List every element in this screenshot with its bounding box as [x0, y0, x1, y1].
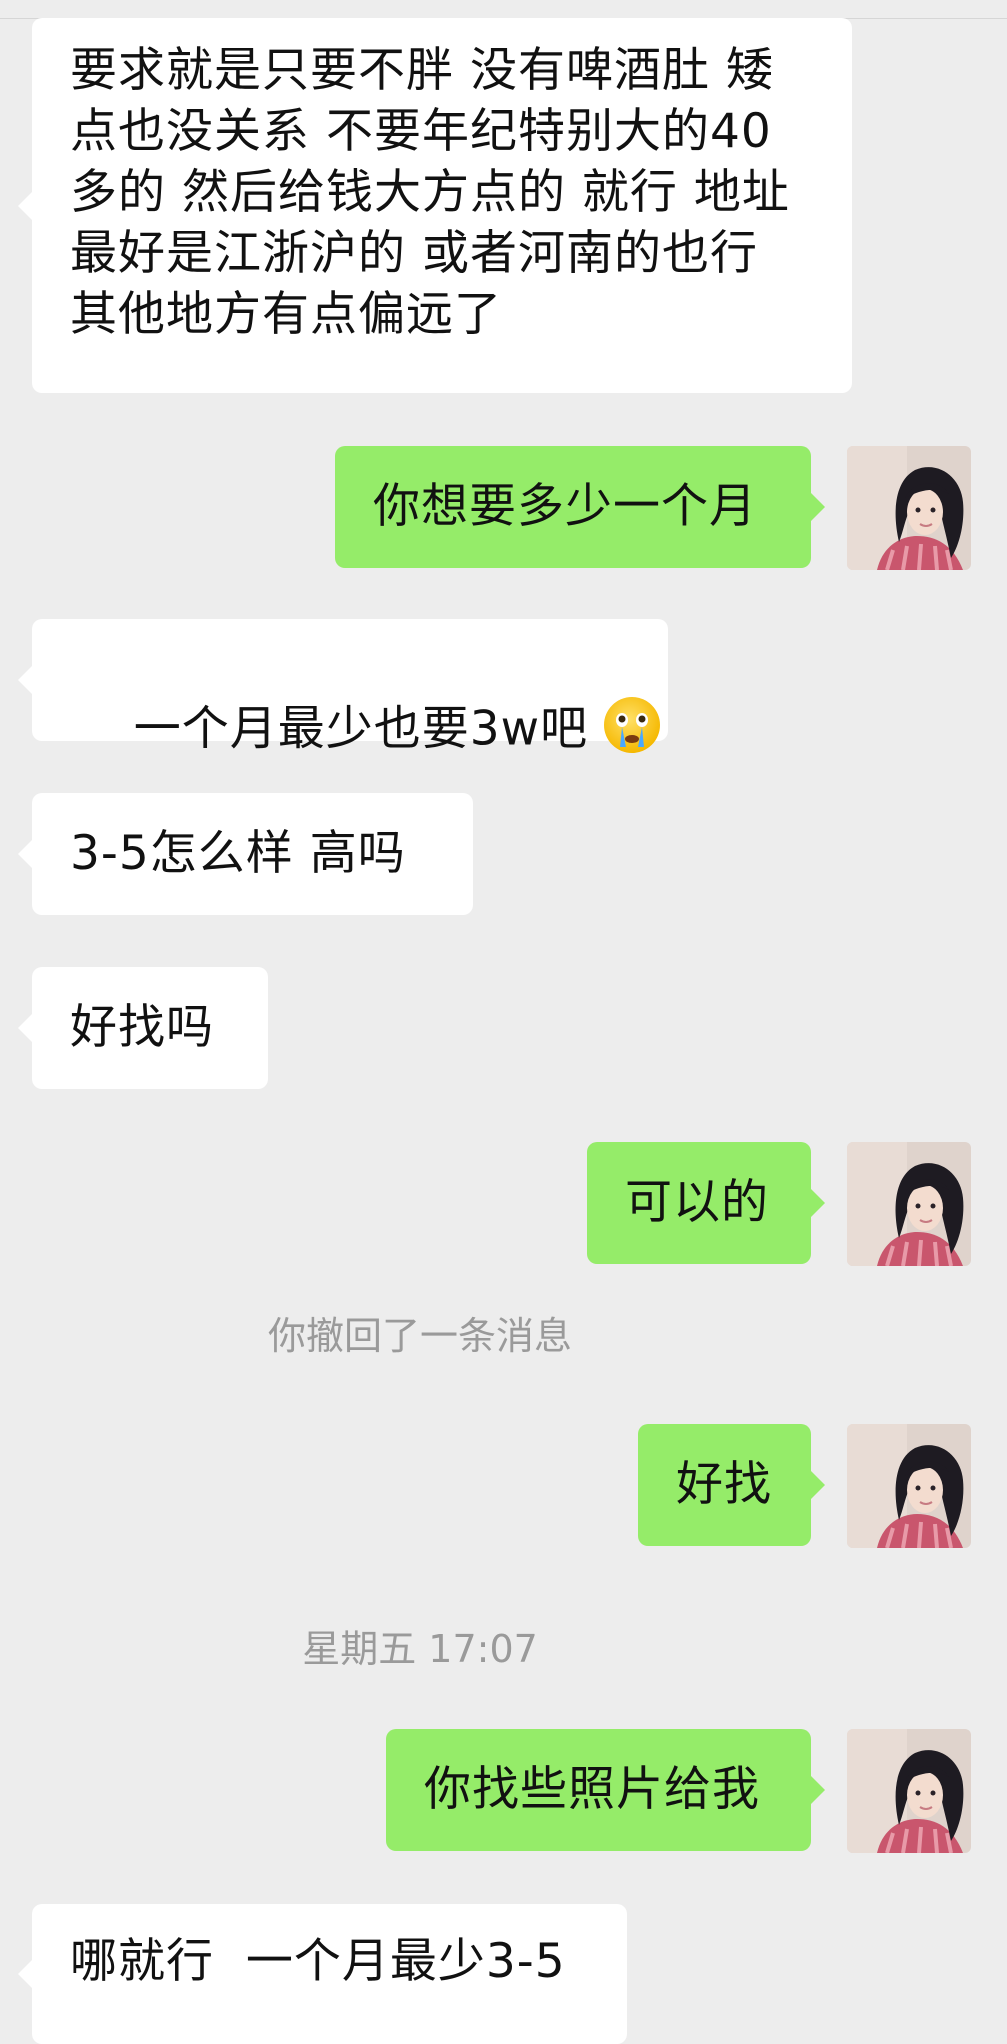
crying-face-emoji-icon — [602, 695, 662, 763]
message-text: 好找吗 — [70, 1000, 214, 1055]
message-bubble-outgoing[interactable]: 可以的 — [587, 1142, 825, 1264]
message-bubble-outgoing[interactable]: 你想要多少一个月 — [335, 446, 825, 568]
message-text: 你找些照片给我 — [424, 1762, 760, 1817]
message-text: 你想要多少一个月 — [373, 479, 757, 534]
message-bubble-outgoing[interactable]: 好找 — [638, 1424, 825, 1546]
avatar[interactable] — [847, 446, 971, 570]
message-text: 要求就是只要不胖 没有啤酒肚 矮 点也没关系 不要年纪特别大的40 多的 然后给… — [70, 43, 790, 342]
message-text: 好找 — [676, 1457, 772, 1512]
message-bubble-incoming[interactable]: 一个月最少也要3w吧 — [18, 619, 668, 753]
avatar[interactable] — [847, 1424, 971, 1548]
message-bubble-outgoing[interactable]: 你找些照片给我 — [386, 1729, 825, 1851]
message-bubble-incoming[interactable]: 哪就行 一个月最少3-5 — [18, 1904, 627, 2044]
timestamp: 星期五 17:07 — [302, 1627, 538, 1671]
avatar[interactable] — [847, 1729, 971, 1853]
message-bubble-incoming[interactable]: 好找吗 — [18, 967, 268, 1089]
message-text: 3-5怎么样 高吗 — [70, 826, 406, 881]
message-text-content: 一个月最少也要3w吧 — [133, 701, 589, 757]
message-text: 一个月最少也要3w吧 — [70, 619, 668, 813]
message-text: 哪就行 一个月最少3-5 — [70, 1934, 566, 1989]
message-bubble-incoming[interactable]: 要求就是只要不胖 没有啤酒肚 矮 点也没关系 不要年纪特别大的40 多的 然后给… — [18, 18, 852, 393]
system-notice-recalled: 你撤回了一条消息 — [267, 1314, 572, 1358]
avatar[interactable] — [847, 1142, 971, 1266]
message-bubble-incoming[interactable]: 3-5怎么样 高吗 — [18, 793, 473, 915]
message-text: 可以的 — [625, 1175, 769, 1230]
